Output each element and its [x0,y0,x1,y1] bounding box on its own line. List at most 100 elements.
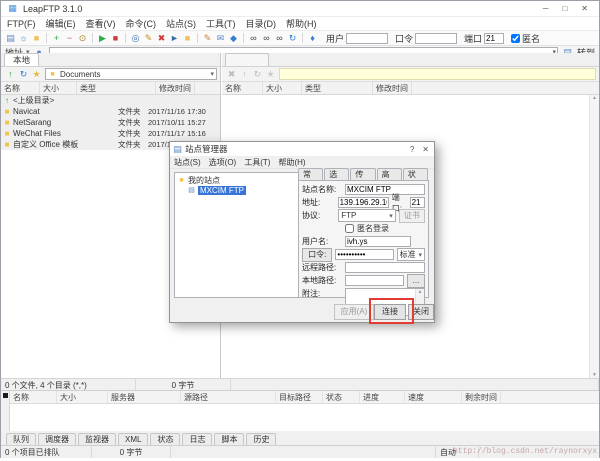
toolbar-icon[interactable]: ⊙ [76,32,89,45]
toolbar-icon[interactable]: ◆ [227,32,240,45]
nav-icon[interactable]: ★ [30,68,43,81]
file-row[interactable]: ■ NetSarang 文件夹 2017/10/11 15:27 [1,117,220,128]
toolbar-icon[interactable]: − [63,32,76,45]
browse-button[interactable]: ... [407,274,425,288]
menu-item[interactable]: 站点(S) [166,17,196,30]
queue-column-header[interactable]: 状态 [323,391,360,403]
column-header[interactable]: 大小 [263,82,302,94]
nav-icon[interactable]: ↑ [4,68,17,81]
toolbar-icon[interactable] [125,33,126,43]
toolbar-icon[interactable]: ▤ [4,32,17,45]
maximize-button[interactable]: □ [562,4,567,13]
toolbar-icon[interactable]: ↻ [286,32,299,45]
site-name-input[interactable] [345,184,425,195]
password-input[interactable] [415,33,457,44]
remote-quickbar[interactable] [279,68,596,80]
nav-icon[interactable]: ★ [264,68,277,81]
column-header[interactable]: 名称 [222,82,263,94]
toolbar-icon[interactable]: ✖ [155,32,168,45]
dialog-menu-item[interactable]: 选项(O) [209,157,237,168]
queue-column-header[interactable]: 服务器 [108,391,181,403]
remote-path-input[interactable] [345,262,425,273]
bottom-tab[interactable]: 监视器 [78,433,116,445]
menu-item[interactable]: 帮助(H) [286,17,317,30]
column-header[interactable]: 大小 [40,82,77,94]
scroll-up-icon[interactable]: ▲ [592,95,597,101]
dialog-close-button[interactable]: ✕ [422,145,429,154]
menu-item[interactable]: 编辑(E) [46,17,76,30]
queue-column-header[interactable]: 大小 [57,391,108,403]
queue-column-header[interactable]: 名称 [10,391,57,403]
close-button[interactable]: ✕ [581,4,588,13]
connect-button[interactable]: 连接 [374,304,406,320]
bottom-tab[interactable]: 队列 [6,433,36,445]
toolbar-icon[interactable]: ✉ [214,32,227,45]
certificate-button[interactable]: 证书 [399,209,425,223]
local-path-combo[interactable]: ■ Documents ▾ [45,68,217,80]
bottom-tab[interactable]: 日志 [182,433,212,445]
queue-column-header[interactable]: 源路径 [181,391,276,403]
protocol-dropdown[interactable]: FTP ▾ [338,209,396,222]
queue-column-header[interactable]: 进度 [360,391,405,403]
file-row[interactable]: ■ WeChat Files 文件夹 2017/11/17 15:16 [1,128,220,139]
menu-item[interactable]: 命令(C) [126,17,157,30]
toolbar-icon[interactable]: ◎ [129,32,142,45]
toolbar-icon[interactable]: + [50,32,63,45]
toolbar-icon[interactable] [243,33,244,43]
toolbar-icon[interactable]: ■ [181,32,194,45]
queue-column-header[interactable]: 速度 [405,391,462,403]
column-header[interactable]: 修改时间 [156,82,195,94]
nav-icon[interactable]: ✖ [225,68,238,81]
nav-icon[interactable]: ↻ [251,68,264,81]
dialog-tab[interactable]: 传输 [350,168,375,180]
password-type-dropdown[interactable]: 标准 ▾ [397,248,425,261]
password-button[interactable]: 口令: [302,248,332,262]
address-input[interactable] [338,197,389,208]
toolbar-icon[interactable]: ✎ [201,32,214,45]
toolbar-icon[interactable]: ∞ [273,32,286,45]
user-input[interactable] [346,33,388,44]
toolbar-icon[interactable] [197,33,198,43]
toolbar-icon[interactable]: ☼ [17,32,30,45]
queue-column-header[interactable]: 目标路径 [276,391,323,403]
port-input[interactable] [484,33,504,44]
menu-item[interactable]: 查看(V) [86,17,116,30]
toolbar-icon[interactable]: ✎ [142,32,155,45]
file-row[interactable]: ↑ <上级目录> [1,95,220,106]
dialog-tab[interactable]: 状态 [403,168,428,180]
bottom-tab[interactable]: XML [118,433,148,445]
toolbar-icon[interactable]: ■ [109,32,122,45]
toolbar-icon[interactable]: ∞ [260,32,273,45]
remote-tab[interactable] [225,53,269,66]
username-input[interactable] [345,236,411,247]
column-header[interactable]: 名称 [1,82,40,94]
remote-scrollbar[interactable]: ▲▼ [589,95,599,378]
dialog-tab[interactable]: 常规 [298,168,323,180]
bottom-tab[interactable]: 状态 [150,433,180,445]
file-row[interactable]: ■ Navicat 文件夹 2017/11/16 17:30 [1,106,220,117]
local-path-input[interactable] [345,275,404,286]
scroll-up-icon[interactable]: ▲ [418,289,423,295]
toolbar-icon[interactable]: ■ [30,32,43,45]
bottom-tab[interactable]: 调度器 [38,433,76,445]
queue-column-header[interactable]: 剩余时间 [462,391,501,403]
close-dialog-button[interactable]: 关闭 [408,304,434,320]
queue-body[interactable] [10,404,599,432]
dialog-menu-item[interactable]: 站点(S) [174,157,201,168]
nav-icon[interactable]: ↻ [17,68,30,81]
column-header[interactable]: 修改时间 [373,82,412,94]
toolbar-icon[interactable]: ▶ [96,32,109,45]
combo-caret-icon[interactable]: ▾ [210,70,214,78]
minimize-button[interactable]: ─ [543,4,549,13]
bottom-tab[interactable]: 历史 [246,433,276,445]
dialog-tab[interactable]: 选项 [324,168,349,180]
toolbar-icon[interactable]: ► [168,32,181,45]
dialog-menu-item[interactable]: 工具(T) [244,157,270,168]
bottom-tab[interactable]: 脚本 [214,433,244,445]
nav-icon[interactable]: ↑ [238,68,251,81]
menu-item[interactable]: 工具(T) [206,17,236,30]
anonymous-login-checkbox[interactable] [345,224,354,233]
port-input[interactable] [410,197,425,208]
dialog-tab[interactable]: 高级 [377,168,402,180]
column-header[interactable]: 类型 [77,82,156,94]
